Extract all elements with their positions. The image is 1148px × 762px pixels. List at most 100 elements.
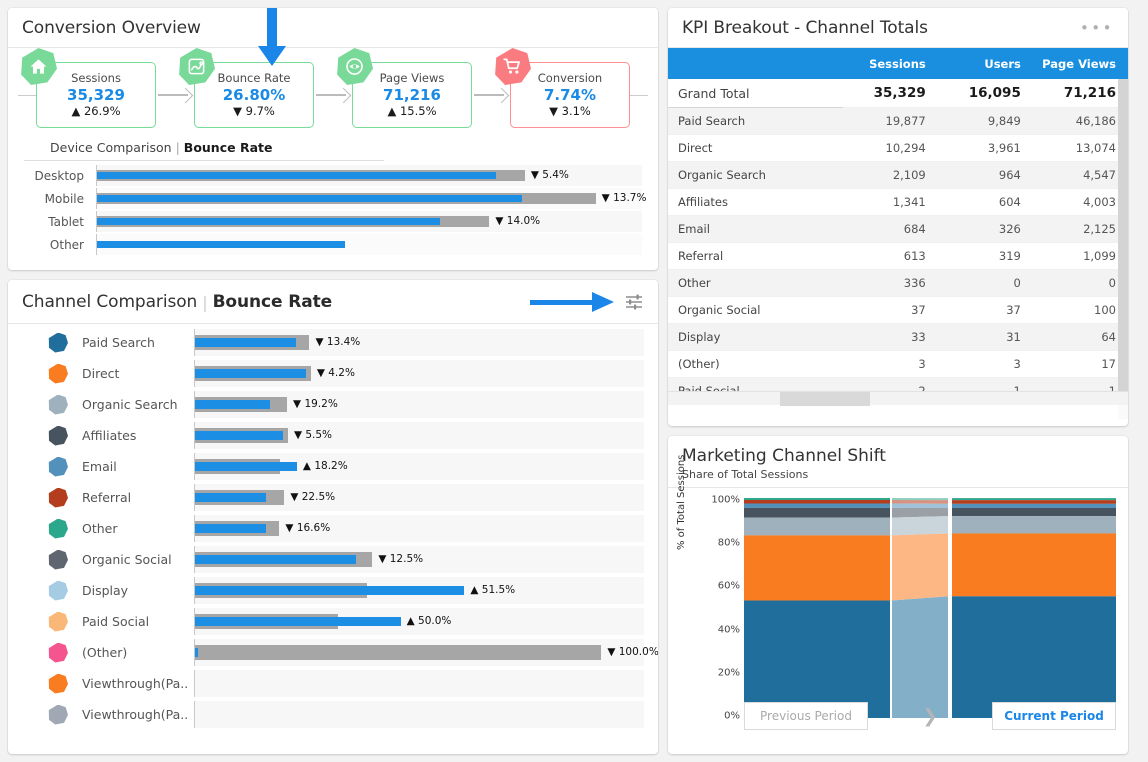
channel-row[interactable]: Display ▲ 51.5% (22, 577, 644, 604)
device-row[interactable]: Other (24, 234, 642, 255)
device-comparison-subtitle: Device Comparison | Bounce Rate (24, 134, 384, 161)
chart-band-transition (892, 503, 948, 508)
channel-name: Display (82, 583, 129, 598)
channel-bar-current (195, 524, 266, 533)
kpi-delta: ▲ 26.9% (71, 104, 121, 119)
channel-row[interactable]: Organic Search ▼ 19.2% (22, 391, 644, 418)
kpi-card-conversion[interactable]: Conversion 7.74% ▼ 3.1% (495, 48, 630, 128)
table-row[interactable]: Email 684 326 2,125 (668, 215, 1128, 243)
table-row[interactable]: Referral 613 319 1,099 (668, 242, 1128, 270)
table-horizontal-scrollbar[interactable] (668, 391, 1128, 406)
table-row[interactable]: (Other) 3 3 17 (668, 350, 1128, 378)
cell-sessions: 19,877 (842, 107, 938, 135)
device-row[interactable]: Mobile ▼ 13.7% (24, 188, 646, 209)
chart-band-transition (892, 507, 948, 518)
table-vertical-scrollbar-thumb[interactable] (1118, 79, 1128, 397)
device-bar-track: ▼ 13.7% (96, 188, 646, 209)
channel-row[interactable]: (Other) ▼ 100.0% (22, 639, 658, 666)
cell-page-views: 13,074 (1032, 134, 1128, 162)
left-column: Conversion Overview Sessions 35,329 ▲ 26.9… (8, 8, 658, 754)
channel-row[interactable]: Email ▲ 18.2% (22, 453, 644, 480)
kpi-delta: ▲ 15.5% (387, 104, 437, 119)
table-vertical-scrollbar[interactable] (1118, 79, 1128, 419)
cell-users: 9,849 (937, 107, 1033, 135)
device-comparison-rows: Desktop ▼ 5.4% Mobile ▼ 13.7% Tablet ▼ 14.0% O… (8, 161, 658, 255)
cell-page-views: 46,186 (1032, 107, 1128, 135)
current-period-button[interactable]: Current Period (992, 702, 1116, 730)
chart-y-axis-label: % of Total Sessions (676, 454, 687, 550)
cell-users: 3 (937, 350, 1033, 378)
cell-page-views: 4,547 (1032, 161, 1128, 189)
table-horizontal-scrollbar-thumb[interactable] (780, 392, 870, 406)
cell-sessions: 684 (842, 215, 938, 243)
kpi-card-bounce-rate[interactable]: Bounce Rate 26.80% ▼ 9.7% (179, 48, 314, 128)
kpi-breakout-header: KPI Breakout - Channel Totals ••• (668, 8, 1128, 48)
table-row[interactable]: Other 336 0 0 (668, 269, 1128, 297)
kpi-label: Conversion (537, 71, 603, 86)
chart-band-previous (744, 503, 890, 508)
cell-users: 319 (937, 242, 1033, 270)
row-label: Other (668, 269, 843, 297)
kpi-table-wrapper: Sessions Users Page Views Grand Total 35,32… (668, 48, 1128, 419)
cell-sessions: 3 (842, 350, 938, 378)
chart-band-previous (744, 535, 890, 601)
kpi-table-corner[interactable] (668, 48, 843, 79)
channel-row[interactable]: Paid Social ▲ 50.0% (22, 608, 644, 635)
channel-color-swatch (48, 518, 68, 539)
channel-row[interactable]: Direct ▼ 4.2% (22, 360, 644, 387)
channel-row[interactable]: Other ▼ 16.6% (22, 515, 644, 542)
kpi-card-sessions[interactable]: Sessions 35,329 ▲ 26.9% (21, 48, 156, 128)
table-row[interactable]: Paid Search 19,877 9,849 46,186 (668, 107, 1128, 135)
chart-band-current (952, 533, 1116, 597)
kpi-column-header[interactable]: Sessions (842, 48, 938, 79)
channel-bar-current (195, 586, 465, 595)
right-column: KPI Breakout - Channel Totals ••• Sessio… (668, 8, 1128, 754)
cell-page-views: 17 (1032, 350, 1128, 378)
table-row[interactable]: Display 33 31 64 (668, 323, 1128, 351)
table-row-grand-total[interactable]: Grand Total 35,329 16,095 71,216 (668, 79, 1128, 108)
row-label: Affiliates (668, 188, 843, 216)
device-row[interactable]: Tablet ▼ 14.0% (24, 211, 642, 232)
table-row[interactable]: Direct 10,294 3,961 13,074 (668, 134, 1128, 162)
channel-bar-current (195, 493, 266, 502)
table-row[interactable]: Affiliates 1,341 604 4,003 (668, 188, 1128, 216)
channel-bar-track: ▲ 18.2% (194, 453, 644, 480)
chart-period-controls: Previous Period ❯ Current Period (744, 702, 1116, 730)
channel-row[interactable]: Viewthrough(Pa.. (22, 670, 644, 697)
kpi-column-header[interactable]: Page Views (1032, 48, 1128, 79)
channel-row[interactable]: Affiliates ▼ 5.5% (22, 422, 644, 449)
row-label: Paid Search (668, 107, 843, 135)
channel-bar-current (195, 369, 307, 378)
cell-page-views: 0 (1032, 269, 1128, 297)
table-row[interactable]: Organic Search 2,109 964 4,547 (668, 161, 1128, 189)
cell-users: 16,095 (937, 79, 1033, 108)
previous-period-button[interactable]: Previous Period (744, 702, 868, 730)
channel-delta-label: ▼ 16.6% (285, 522, 331, 534)
kpi-funnel-strip: Sessions 35,329 ▲ 26.9% Bounce Rate 26.80% ▼ … (8, 48, 658, 134)
channel-shift-header: Marketing Channel Shift Share of Total S… (668, 436, 1128, 488)
kpi-value: 26.80% (222, 85, 286, 104)
chart-band-current (952, 500, 1116, 504)
table-row[interactable]: Organic Social 37 37 100 (668, 296, 1128, 324)
channel-row[interactable]: Organic Social ▼ 12.5% (22, 546, 644, 573)
channel-row[interactable]: Paid Search ▼ 13.4% (22, 329, 644, 356)
sliders-icon[interactable] (624, 292, 644, 312)
kpi-card-page-views[interactable]: Page Views 71,216 ▲ 15.5% (337, 48, 472, 128)
channel-color-swatch (48, 487, 68, 508)
kpi-delta: ▼ 3.1% (549, 104, 591, 119)
device-name: Mobile (44, 191, 84, 206)
channel-delta-label: ▼ 13.4% (315, 336, 361, 348)
device-bar-current (97, 195, 523, 202)
kpi-column-header[interactable]: Users (937, 48, 1033, 79)
channel-row[interactable]: Viewthrough(Pa.. (22, 701, 644, 728)
device-row[interactable]: Desktop ▼ 5.4% (24, 165, 642, 186)
cell-users: 3,961 (937, 134, 1033, 162)
channel-row[interactable]: Referral ▼ 22.5% (22, 484, 644, 511)
channel-delta-label: ▼ 100.0% (607, 646, 658, 658)
device-bar-current (97, 218, 441, 225)
kpi-value: 35,329 (67, 85, 125, 104)
channel-bar-track: ▼ 12.5% (194, 546, 644, 573)
row-label: Direct (668, 134, 843, 162)
more-options-icon[interactable]: ••• (1080, 21, 1114, 36)
channel-bar-track: ▼ 16.6% (194, 515, 644, 542)
